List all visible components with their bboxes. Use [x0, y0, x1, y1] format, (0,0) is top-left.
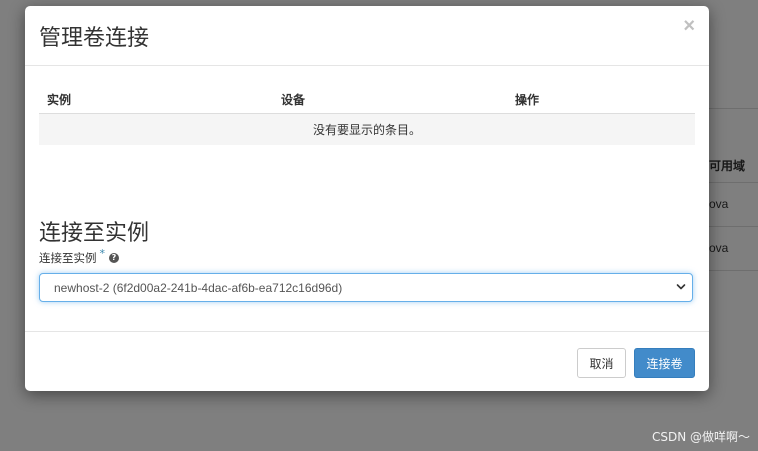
cancel-button[interactable]: 取消 [577, 348, 626, 378]
attachments-table: 实例 设备 操作 没有要显示的条目。 [39, 86, 695, 145]
manage-attachments-dialog: 管理卷连接 × 实例 设备 操作 没有要显示的条目。 连接至实例 连接至实例 *… [25, 6, 709, 391]
attach-section-title: 连接至实例 [39, 221, 150, 246]
attach-volume-button[interactable]: 连接卷 [634, 348, 695, 378]
instance-field-label-text: 连接至实例 [39, 251, 97, 265]
close-icon[interactable]: × [683, 16, 695, 36]
modal-title: 管理卷连接 [39, 26, 150, 51]
table-header-row: 实例 设备 操作 [39, 86, 695, 114]
instance-field-label: 连接至实例 * ? [39, 247, 119, 266]
chevron-down-icon [676, 284, 686, 290]
modal-header: 管理卷连接 × [25, 6, 709, 66]
watermark: CSDN @做咩啊～ [651, 430, 750, 444]
required-marker: * [99, 247, 106, 260]
help-icon[interactable]: ? [109, 253, 119, 263]
instance-select-value: newhost-2 (6f2d00a2-241b-4dac-af6b-ea712… [54, 281, 343, 295]
modal-footer: 取消 连接卷 [25, 331, 709, 392]
column-header-actions: 操作 [507, 86, 695, 114]
instance-select[interactable]: newhost-2 (6f2d00a2-241b-4dac-af6b-ea712… [39, 273, 693, 302]
table-row: 没有要显示的条目。 [39, 113, 695, 145]
empty-table-message: 没有要显示的条目。 [39, 113, 695, 145]
column-header-instance: 实例 [39, 86, 273, 114]
column-header-device: 设备 [273, 86, 507, 114]
